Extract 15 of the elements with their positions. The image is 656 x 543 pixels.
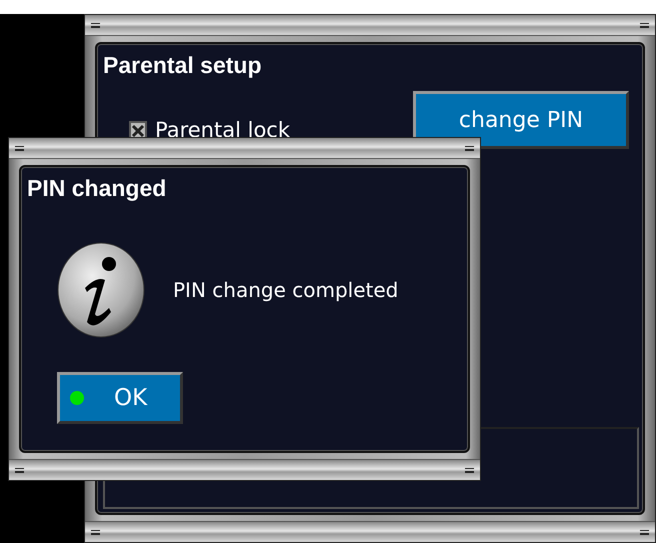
grip-icon <box>15 468 24 472</box>
dialog-title: PIN changed <box>27 175 168 202</box>
grip-icon <box>91 530 100 534</box>
grip-icon <box>15 146 24 150</box>
grip-icon <box>640 530 649 534</box>
dialog-message: PIN change completed <box>173 278 398 302</box>
grip-icon <box>465 146 474 150</box>
info-icon <box>57 242 145 338</box>
ok-button[interactable]: OK <box>57 372 183 424</box>
grip-icon <box>465 468 474 472</box>
change-pin-button[interactable]: change PIN <box>413 91 629 149</box>
checkbox-label: Parental lock <box>155 118 290 142</box>
window-title: Parental setup <box>103 52 262 79</box>
grip-icon <box>640 22 649 28</box>
grip-icon <box>91 22 100 28</box>
